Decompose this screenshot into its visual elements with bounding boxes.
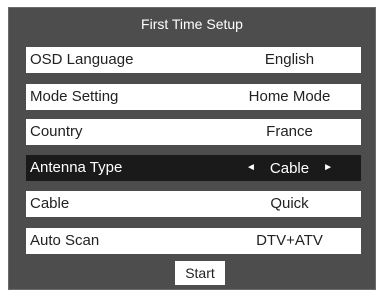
- start-button[interactable]: Start: [175, 261, 225, 285]
- setting-label: Antenna Type: [30, 159, 123, 176]
- setup-dialog: First Time Setup OSD Language English Mo…: [8, 7, 376, 290]
- setting-row-mode-setting[interactable]: Mode Setting Home Mode: [26, 84, 361, 110]
- setting-value: English: [264, 51, 315, 68]
- setting-label: Auto Scan: [30, 232, 100, 249]
- setting-label: Cable: [30, 195, 70, 212]
- setting-label: Mode Setting: [30, 88, 119, 105]
- setting-value: Home Mode: [248, 88, 331, 105]
- setting-row-country[interactable]: Country France: [26, 119, 361, 145]
- right-arrow-icon[interactable]: ►: [323, 159, 333, 177]
- left-arrow-icon[interactable]: ◄: [246, 159, 256, 177]
- setting-row-osd-language[interactable]: OSD Language English: [26, 47, 361, 73]
- setting-value-selector: ◄ Cable ►: [222, 159, 357, 177]
- setting-label: Country: [30, 123, 83, 140]
- setting-value: DTV+ATV: [256, 232, 323, 249]
- setting-row-cable[interactable]: Cable Quick: [26, 191, 361, 217]
- dialog-title: First Time Setup: [141, 16, 243, 32]
- setting-label: OSD Language: [30, 51, 134, 68]
- setting-value: France: [266, 123, 313, 140]
- setting-row-auto-scan[interactable]: Auto Scan DTV+ATV: [26, 228, 361, 254]
- setting-value: Cable: [269, 159, 310, 177]
- setting-value: Quick: [270, 195, 309, 212]
- setting-row-antenna-type[interactable]: Antenna Type ◄ Cable ►: [26, 155, 361, 181]
